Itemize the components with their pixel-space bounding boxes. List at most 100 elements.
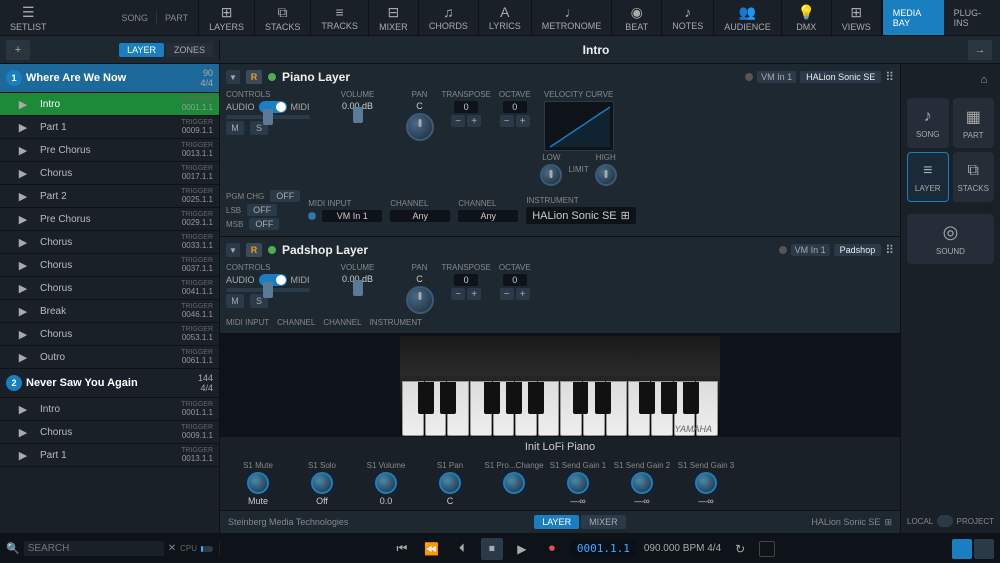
view-btn-1[interactable] bbox=[952, 539, 972, 559]
piano-velocity-curve[interactable] bbox=[544, 101, 614, 151]
play-part2-btn[interactable]: ▶ bbox=[16, 189, 30, 203]
add-layer-btn[interactable]: + bbox=[6, 40, 30, 60]
back-btn[interactable]: ⏪ bbox=[421, 538, 443, 560]
nav-metronome[interactable]: ♩ METRONOME bbox=[532, 0, 613, 35]
part-s2-part1[interactable]: ▶ Part 1 TRIGGER 0013.1.1 bbox=[0, 444, 219, 467]
part-nav-btn[interactable]: PART bbox=[161, 11, 192, 25]
piano-lsb-toggle[interactable]: OFF bbox=[247, 204, 277, 216]
play-part1-btn[interactable]: ▶ bbox=[16, 120, 30, 134]
piano-channel2-val[interactable]: Any bbox=[458, 210, 518, 222]
nav-notes[interactable]: ♪ NOTES bbox=[662, 0, 714, 35]
play-chorus1-btn[interactable]: ▶ bbox=[16, 166, 30, 180]
piano-fader[interactable] bbox=[226, 115, 310, 119]
loop-range-btn[interactable] bbox=[759, 541, 775, 557]
part-break[interactable]: ▶ Break TRIGGER 0046.1.1 bbox=[0, 300, 219, 323]
param-s1-send1-knob[interactable] bbox=[567, 472, 589, 494]
padshop-octave-val[interactable]: 0 bbox=[503, 274, 527, 286]
play-chorus3-btn[interactable]: ▶ bbox=[16, 258, 30, 272]
padshop-pan-knob[interactable] bbox=[406, 286, 434, 314]
padshop-transpose-val[interactable]: 0 bbox=[454, 274, 478, 286]
search-input[interactable] bbox=[24, 541, 164, 556]
part-prechorus2[interactable]: ▶ Pre Chorus TRIGGER 0029.1.1 bbox=[0, 208, 219, 231]
param-s1-mute-knob[interactable] bbox=[247, 472, 269, 494]
play-s2-part1-btn[interactable]: ▶ bbox=[16, 448, 30, 462]
padshop-m-btn[interactable]: M bbox=[226, 294, 244, 308]
padshop-menu-btn[interactable]: ⠿ bbox=[885, 243, 894, 257]
piano-pan-knob[interactable] bbox=[406, 113, 434, 141]
right-panel-layer[interactable]: ≡ LAYER bbox=[907, 152, 949, 202]
padshop-r-btn[interactable]: R bbox=[246, 243, 262, 257]
right-panel-sound[interactable]: ◎ SOUND bbox=[907, 214, 994, 264]
media-bay-button[interactable]: MEDIA BAY bbox=[883, 0, 944, 35]
piano-plugin[interactable]: HALion Sonic SE bbox=[800, 71, 881, 83]
play-prechorus2-btn[interactable]: ▶ bbox=[16, 212, 30, 226]
play-chorus2-btn[interactable]: ▶ bbox=[16, 235, 30, 249]
nav-layers[interactable]: ⊞ LAYERS bbox=[199, 0, 255, 35]
piano-pgm-chg-toggle[interactable]: OFF bbox=[270, 190, 300, 202]
part-s2-chorus[interactable]: ▶ Chorus TRIGGER 0009.1.1 bbox=[0, 421, 219, 444]
piano-transpose-plus[interactable]: + bbox=[467, 115, 481, 127]
prev-bar-btn[interactable]: ⏴ bbox=[451, 538, 473, 560]
padshop-fader[interactable] bbox=[226, 288, 310, 292]
stop-btn[interactable]: ⏹ bbox=[481, 538, 503, 560]
part-prechorus1[interactable]: ▶ Pre Chorus TRIGGER 0013.1.1 bbox=[0, 139, 219, 162]
right-panel-stacks[interactable]: ⧉ STACKS bbox=[953, 152, 995, 202]
part-chorus3[interactable]: ▶ Chorus TRIGGER 0037.1.1 bbox=[0, 254, 219, 277]
nav-beat[interactable]: ◉ BEAT bbox=[612, 0, 662, 35]
plugin-mixer-tab[interactable]: MIXER bbox=[581, 515, 626, 529]
play-btn[interactable]: ▶ bbox=[511, 538, 533, 560]
plugin-settings-icon[interactable]: ⊞ bbox=[884, 517, 892, 528]
nav-chords[interactable]: ♫ CHORDS bbox=[419, 0, 479, 35]
local-project-toggle[interactable] bbox=[937, 515, 952, 527]
param-s1-pro-knob[interactable] bbox=[503, 472, 525, 494]
part-chorus4[interactable]: ▶ Chorus TRIGGER 0041.1.1 bbox=[0, 277, 219, 300]
play-s2-intro-btn[interactable]: ▶ bbox=[16, 402, 30, 416]
padshop-octave-minus[interactable]: − bbox=[500, 288, 514, 300]
param-s1-send2-knob[interactable] bbox=[631, 472, 653, 494]
view-btn-2[interactable] bbox=[974, 539, 994, 559]
right-panel-part[interactable]: ▦ PART bbox=[953, 98, 995, 148]
part-chorus2[interactable]: ▶ Chorus TRIGGER 0033.1.1 bbox=[0, 231, 219, 254]
song-item-2[interactable]: 2 Never Saw You Again 144 4/4 bbox=[0, 369, 219, 398]
loop-btn[interactable]: ↻ bbox=[729, 538, 751, 560]
section-arrow[interactable]: → bbox=[968, 40, 992, 60]
play-chorus4-btn[interactable]: ▶ bbox=[16, 281, 30, 295]
play-chorus5-btn[interactable]: ▶ bbox=[16, 327, 30, 341]
play-s2-chorus-btn[interactable]: ▶ bbox=[16, 425, 30, 439]
zones-tab[interactable]: ZONES bbox=[166, 43, 213, 57]
part-chorus1[interactable]: ▶ Chorus TRIGGER 0017.1.1 bbox=[0, 162, 219, 185]
piano-m-btn[interactable]: M bbox=[226, 121, 244, 135]
play-break-btn[interactable]: ▶ bbox=[16, 304, 30, 318]
padshop-octave-plus[interactable]: + bbox=[516, 288, 530, 300]
record-btn[interactable]: ⏺ bbox=[541, 538, 563, 560]
nav-stacks[interactable]: ⧉ STACKS bbox=[255, 0, 311, 35]
rewind-btn[interactable]: ⏮ bbox=[391, 538, 413, 560]
nav-lyrics[interactable]: A LYRICS bbox=[479, 0, 532, 35]
song-item-1[interactable]: 1 Where Are We Now 90 4/4 bbox=[0, 64, 219, 93]
right-panel-home-btn[interactable]: ⌂ bbox=[974, 70, 994, 90]
param-s1-pan-knob[interactable] bbox=[439, 472, 461, 494]
part-part2[interactable]: ▶ Part 2 TRIGGER 0025.1.1 bbox=[0, 185, 219, 208]
padshop-plugin[interactable]: Padshop bbox=[834, 244, 882, 256]
plug-ins-button[interactable]: PLUG-INS bbox=[944, 0, 1000, 35]
nav-views[interactable]: ⊞ VIEWS bbox=[832, 0, 882, 35]
param-s1-send3-knob[interactable] bbox=[695, 472, 717, 494]
piano-transpose-minus[interactable]: − bbox=[451, 115, 465, 127]
param-s1-volume-knob[interactable] bbox=[375, 472, 397, 494]
right-panel-song[interactable]: ♪ SONG bbox=[907, 98, 949, 148]
song-nav-btn[interactable]: SONG bbox=[117, 11, 152, 25]
piano-octave-plus[interactable]: + bbox=[516, 115, 530, 127]
plugin-layer-tab[interactable]: LAYER bbox=[534, 515, 579, 529]
part-part1[interactable]: ▶ Part 1 TRIGGER 0009.1.1 bbox=[0, 116, 219, 139]
layer-tab[interactable]: LAYER bbox=[119, 43, 164, 57]
piano-fold-btn[interactable]: ▼ bbox=[226, 70, 240, 84]
param-s1-solo-knob[interactable] bbox=[311, 472, 333, 494]
padshop-transpose-minus[interactable]: − bbox=[451, 288, 465, 300]
piano-high-knob[interactable] bbox=[595, 164, 617, 186]
part-s2-intro[interactable]: ▶ Intro TRIGGER 0001.1.1 bbox=[0, 398, 219, 421]
part-intro[interactable]: ▶ Intro TRIGGER 0001.1.1 bbox=[0, 93, 219, 116]
piano-instrument-box[interactable]: HALion Sonic SE ⊞ bbox=[526, 207, 636, 224]
piano-r-btn[interactable]: R bbox=[246, 70, 262, 84]
piano-msb-toggle[interactable]: OFF bbox=[249, 218, 279, 230]
nav-audience[interactable]: 👥 AUDIENCE bbox=[714, 0, 782, 35]
